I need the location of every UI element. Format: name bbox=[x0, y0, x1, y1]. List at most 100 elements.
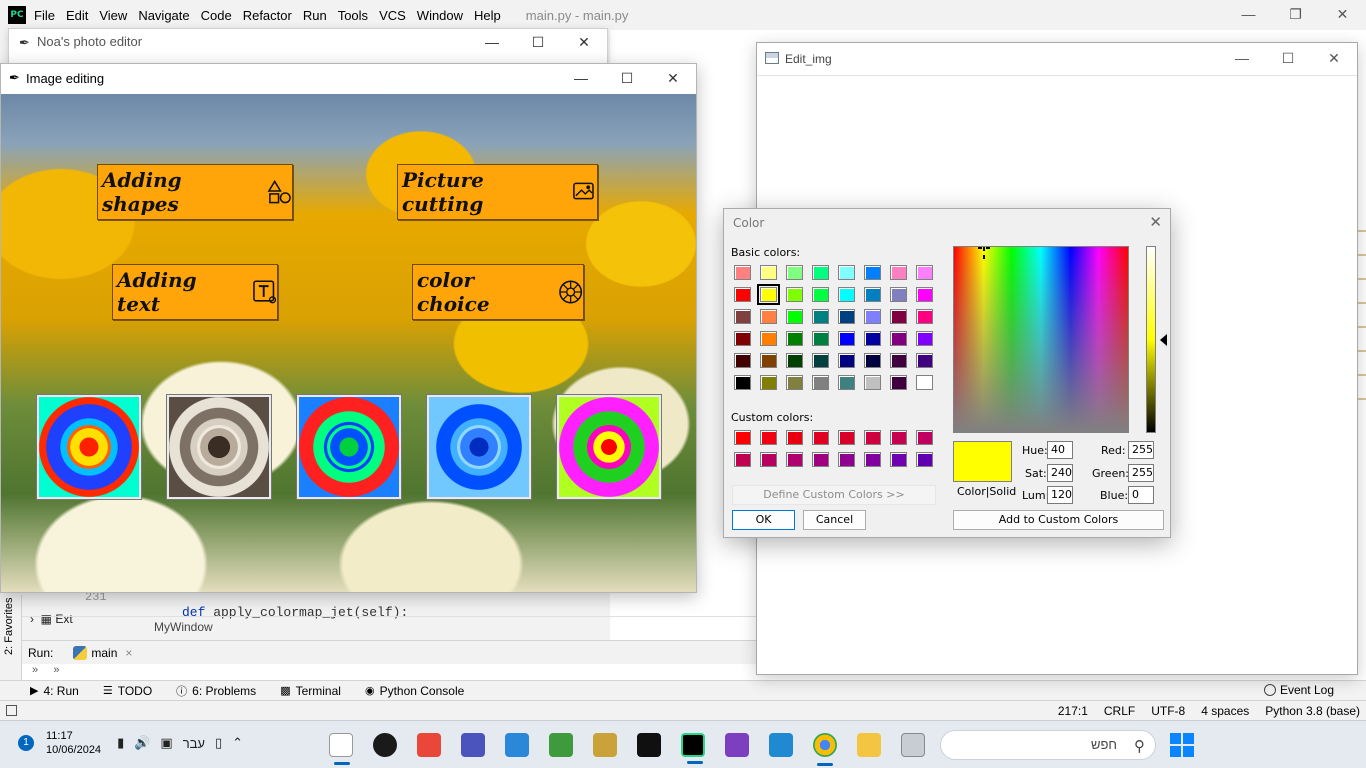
basic-color-swatch[interactable] bbox=[734, 375, 751, 390]
tool-tab-terminal[interactable]: ▩ Terminal bbox=[280, 684, 341, 698]
minimize-icon[interactable]: — bbox=[469, 29, 515, 57]
teamviewer-app-icon[interactable] bbox=[373, 733, 397, 757]
basic-color-swatch[interactable] bbox=[734, 265, 751, 280]
file-encoding[interactable]: UTF-8 bbox=[1151, 704, 1185, 718]
color-dialog[interactable]: Color ✕ Basic colors: Custom colors: Def… bbox=[723, 208, 1171, 538]
vscode-app-icon[interactable] bbox=[769, 733, 793, 757]
basic-color-swatch[interactable] bbox=[890, 265, 907, 280]
custom-color-swatch[interactable] bbox=[760, 452, 777, 467]
basic-color-swatch[interactable] bbox=[864, 331, 881, 346]
tools-app-icon[interactable] bbox=[593, 733, 617, 757]
basic-color-swatch[interactable] bbox=[838, 375, 855, 390]
menu-tools[interactable]: Tools bbox=[338, 8, 368, 23]
menu-run[interactable]: Run bbox=[303, 8, 327, 23]
basic-color-swatch[interactable] bbox=[760, 331, 777, 346]
blue-input[interactable]: 0 bbox=[1128, 486, 1154, 504]
layout-toggle-icon[interactable] bbox=[6, 705, 17, 716]
basic-color-swatch[interactable] bbox=[760, 353, 777, 368]
restore-icon[interactable]: ❐ bbox=[1272, 0, 1319, 30]
cancel-button[interactable]: Cancel bbox=[803, 510, 866, 530]
basic-color-swatch[interactable] bbox=[757, 284, 780, 305]
close-icon[interactable]: ✕ bbox=[1319, 0, 1366, 30]
run-tab-main[interactable]: main × bbox=[73, 645, 132, 660]
excel-app-icon[interactable] bbox=[549, 733, 573, 757]
basic-color-swatch[interactable] bbox=[786, 265, 803, 280]
task-view-icon[interactable] bbox=[901, 733, 925, 757]
clock[interactable]: 11:17 10/06/2024 bbox=[46, 729, 101, 757]
custom-color-swatch[interactable] bbox=[916, 452, 933, 467]
basic-color-swatch[interactable] bbox=[916, 309, 933, 324]
tool-tab-problems[interactable]: ⓘ 6: Problems bbox=[176, 683, 256, 699]
adding-shapes-button[interactable]: Adding shapes bbox=[97, 164, 293, 220]
basic-color-swatch[interactable] bbox=[864, 287, 881, 302]
event-log-button[interactable]: Event Log bbox=[1263, 683, 1334, 697]
custom-color-swatch[interactable] bbox=[864, 452, 881, 467]
python-interpreter[interactable]: Python 3.8 (base) bbox=[1265, 704, 1360, 718]
custom-color-swatch[interactable] bbox=[786, 452, 803, 467]
basic-color-swatch[interactable] bbox=[760, 375, 777, 390]
menu-navigate[interactable]: Navigate bbox=[138, 8, 189, 23]
basic-color-swatch[interactable] bbox=[812, 375, 829, 390]
language-indicator[interactable]: עבר bbox=[183, 736, 205, 751]
basic-color-swatch[interactable] bbox=[890, 375, 907, 390]
maximize-icon[interactable]: ☐ bbox=[1265, 43, 1311, 73]
basic-color-swatch[interactable] bbox=[786, 331, 803, 346]
ok-button[interactable]: OK bbox=[732, 510, 795, 530]
basic-color-swatch[interactable] bbox=[838, 331, 855, 346]
basic-color-swatch[interactable] bbox=[890, 331, 907, 346]
basic-color-swatch[interactable] bbox=[786, 287, 803, 302]
custom-color-swatch[interactable] bbox=[838, 430, 855, 445]
basic-color-swatch[interactable] bbox=[916, 375, 933, 390]
favorites-tab[interactable]: 2: Favorites bbox=[3, 595, 15, 655]
menu-edit[interactable]: Edit bbox=[66, 8, 88, 23]
menu-help[interactable]: Help bbox=[474, 8, 501, 23]
basic-color-swatch[interactable] bbox=[760, 309, 777, 324]
file-explorer-app-icon[interactable] bbox=[857, 733, 881, 757]
filter-thumbnail-hsv[interactable] bbox=[557, 395, 661, 499]
basic-color-swatch[interactable] bbox=[916, 287, 933, 302]
basic-color-swatch[interactable] bbox=[734, 309, 751, 324]
volume-icon[interactable]: 🔊 bbox=[134, 735, 150, 751]
custom-color-swatch[interactable] bbox=[734, 430, 751, 445]
menu-vcs[interactable]: VCS bbox=[379, 8, 406, 23]
chrome-app-icon[interactable] bbox=[813, 733, 837, 766]
basic-color-swatch[interactable] bbox=[760, 265, 777, 280]
close-icon[interactable]: ✕ bbox=[1149, 213, 1162, 231]
filter-thumbnail-sepia[interactable] bbox=[167, 395, 271, 499]
lum-input[interactable]: 120 bbox=[1047, 486, 1073, 504]
basic-color-swatch[interactable] bbox=[812, 353, 829, 368]
start-button[interactable] bbox=[1170, 733, 1194, 757]
basic-color-swatch[interactable] bbox=[864, 309, 881, 324]
image-editing-window[interactable]: ✒ Image editing — ☐ ✕ Adding shapes Pict… bbox=[0, 63, 697, 593]
anydesk-app-icon[interactable] bbox=[417, 733, 441, 757]
taskbar-search[interactable]: חפש ⚲ bbox=[940, 730, 1156, 760]
filter-thumbnail-ocean[interactable] bbox=[427, 395, 531, 499]
basic-color-swatch[interactable] bbox=[734, 353, 751, 368]
intellij-app-icon[interactable] bbox=[637, 733, 661, 757]
custom-color-swatch[interactable] bbox=[786, 430, 803, 445]
basic-color-swatch[interactable] bbox=[734, 331, 751, 346]
custom-color-swatch[interactable] bbox=[916, 430, 933, 445]
notification-icon[interactable]: 1 bbox=[18, 735, 34, 751]
basic-color-swatch[interactable] bbox=[786, 375, 803, 390]
green-input[interactable]: 255 bbox=[1128, 464, 1154, 482]
custom-color-swatch[interactable] bbox=[890, 430, 907, 445]
luminance-slider[interactable] bbox=[1146, 246, 1156, 433]
noa-photo-editor-window[interactable]: ✒ Noa's photo editor — ☐ ✕ bbox=[8, 28, 608, 64]
basic-color-swatch[interactable] bbox=[890, 353, 907, 368]
basic-color-swatch[interactable] bbox=[916, 353, 933, 368]
basic-color-swatch[interactable] bbox=[838, 353, 855, 368]
basic-color-swatch[interactable] bbox=[812, 287, 829, 302]
battery-icon[interactable]: ▮ bbox=[117, 735, 124, 751]
maximize-icon[interactable]: ☐ bbox=[604, 64, 650, 92]
basic-color-swatch[interactable] bbox=[864, 353, 881, 368]
close-icon[interactable]: ✕ bbox=[650, 64, 696, 92]
custom-color-swatch[interactable] bbox=[734, 452, 751, 467]
custom-color-swatch[interactable] bbox=[838, 452, 855, 467]
visual-studio-app-icon[interactable] bbox=[725, 733, 749, 757]
red-input[interactable]: 255 bbox=[1128, 441, 1154, 459]
basic-color-swatch[interactable] bbox=[812, 331, 829, 346]
minimize-icon[interactable]: — bbox=[558, 64, 604, 92]
basic-color-swatch[interactable] bbox=[786, 309, 803, 324]
teams-app-icon[interactable] bbox=[461, 733, 485, 757]
